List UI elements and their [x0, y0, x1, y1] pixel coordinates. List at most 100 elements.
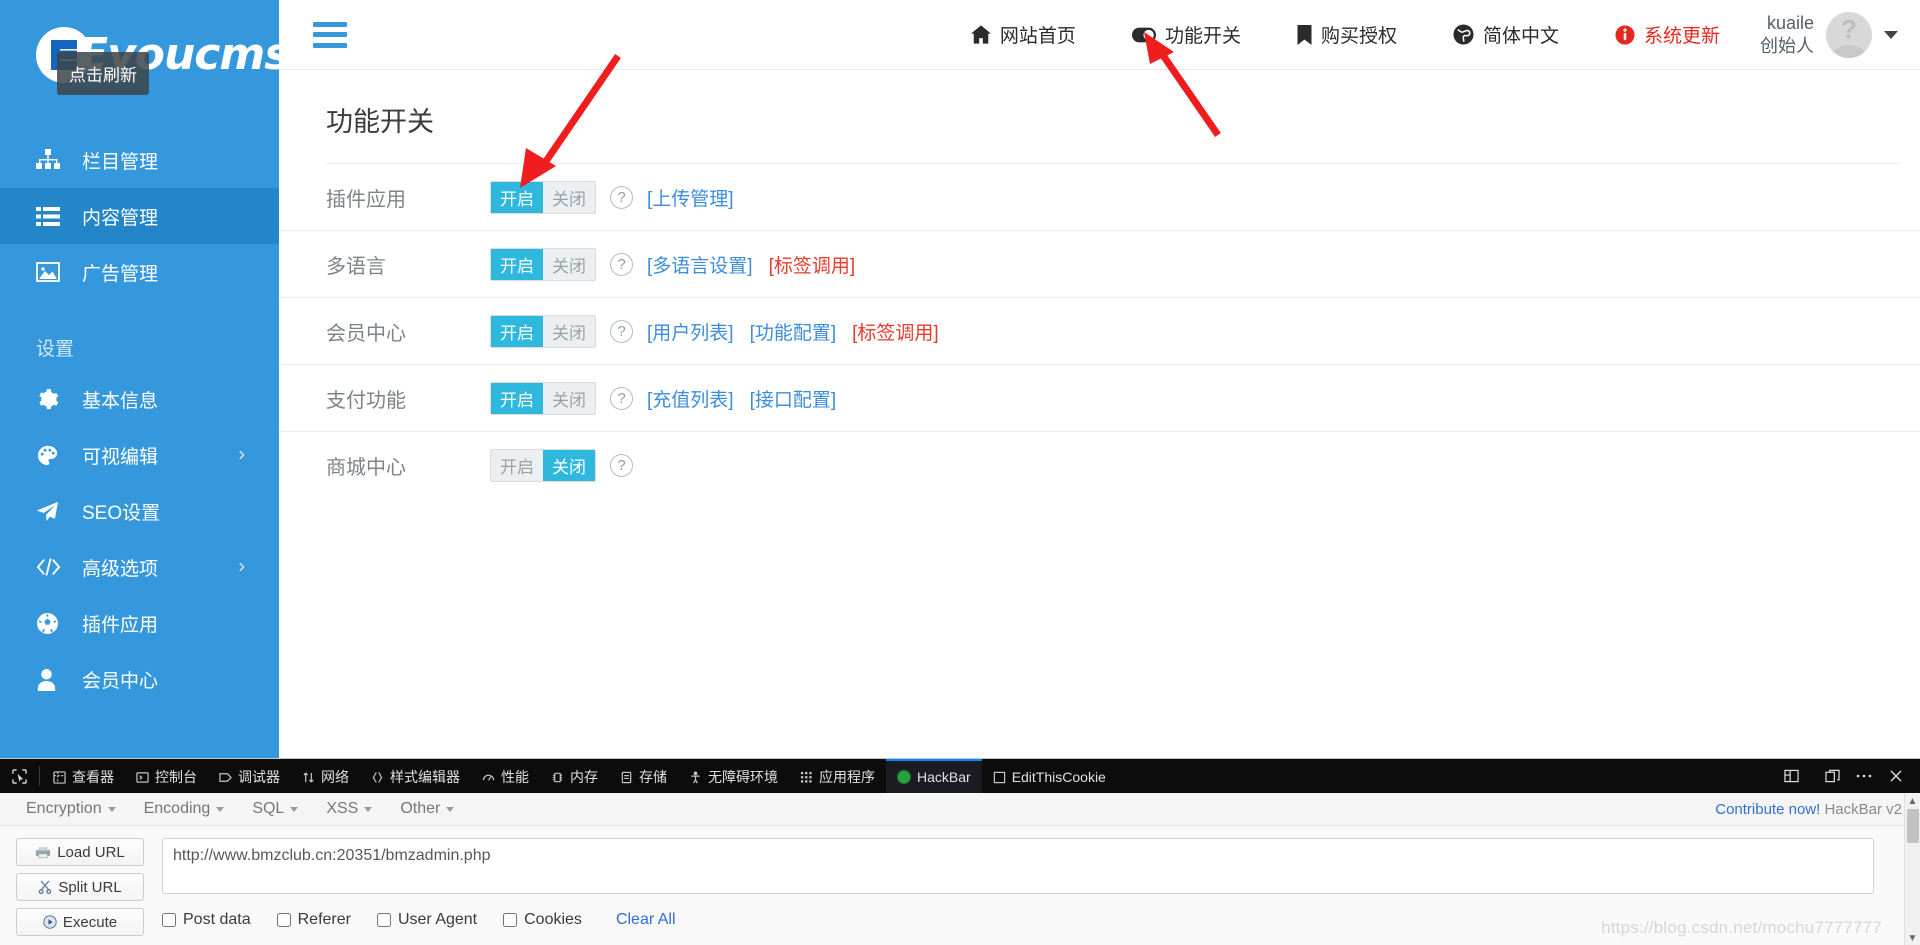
- sidebar-item-ads[interactable]: 广告管理: [0, 244, 279, 300]
- menu-encryption[interactable]: Encryption: [12, 800, 130, 818]
- devtools-tab-editthiscookie[interactable]: EditThisCookie: [982, 759, 1117, 793]
- topnav-label: 购买授权: [1320, 26, 1397, 47]
- menu-xss[interactable]: XSS: [312, 800, 386, 818]
- code-icon: [36, 557, 66, 577]
- user-agent-checkbox[interactable]: [376, 913, 391, 927]
- element-picker-button[interactable]: [0, 759, 37, 793]
- switch-on-option[interactable]: 开启: [491, 315, 543, 347]
- devtools-tab-storage[interactable]: 存储: [609, 759, 678, 793]
- link-interface-config[interactable]: [接口配置]: [750, 385, 837, 412]
- chevron-down-icon[interactable]: [1884, 30, 1898, 39]
- referer-checkbox[interactable]: [276, 913, 291, 927]
- topnav-item-buy-license[interactable]: 购买授权: [1269, 21, 1425, 48]
- checkbox-referer[interactable]: Referer: [276, 911, 351, 929]
- sidebar-item-visual-editor[interactable]: 可视编辑 ›: [0, 427, 279, 483]
- button-label: Load URL: [57, 843, 125, 861]
- help-icon[interactable]: ?: [610, 319, 633, 343]
- cookies-checkbox[interactable]: [503, 913, 518, 927]
- url-input[interactable]: [162, 838, 1874, 894]
- execute-button[interactable]: Execute: [16, 908, 144, 936]
- devtools-tab-performance[interactable]: 性能: [471, 759, 540, 793]
- link-multilang-settings[interactable]: [多语言设置]: [647, 251, 753, 278]
- switch-off-option[interactable]: 关闭: [543, 382, 595, 414]
- toggle-switch-payment[interactable]: 开启 关闭: [490, 381, 596, 415]
- devtools-tab-hackbar[interactable]: HackBar: [886, 759, 982, 793]
- toggle-icon: [1131, 27, 1156, 43]
- load-url-button[interactable]: Load URL: [16, 838, 144, 866]
- help-icon[interactable]: ?: [610, 185, 633, 209]
- sidebar-item-plugins[interactable]: 插件应用: [0, 595, 279, 651]
- sidebar-item-basic-info[interactable]: 基本信息: [0, 371, 279, 427]
- devtools-tab-application[interactable]: 应用程序: [789, 759, 886, 793]
- menu-label: XSS: [326, 800, 359, 817]
- clear-all-link[interactable]: Clear All: [616, 911, 676, 929]
- topnav-item-homepage[interactable]: 网站首页: [943, 21, 1104, 48]
- sidebar-item-member-center[interactable]: 会员中心: [0, 651, 279, 707]
- chevron-right-icon: ›: [238, 555, 245, 578]
- table-row: 会员中心 开启 关闭 ? [用户列表] [功能配置] [标签调用]: [279, 298, 1920, 365]
- help-icon[interactable]: ?: [610, 252, 633, 276]
- sidebar-item-label: 插件应用: [82, 614, 159, 636]
- close-icon[interactable]: [1882, 759, 1910, 793]
- switch-on-option[interactable]: 开启: [491, 382, 543, 414]
- devtools-tab-accessibility[interactable]: 无障碍环境: [678, 759, 789, 793]
- sidebar-item-columns[interactable]: 栏目管理: [0, 132, 279, 188]
- scroll-down-icon[interactable]: ▼: [1905, 930, 1920, 945]
- chevron-down-icon: [290, 806, 299, 812]
- topbar-nav: 网站首页 功能开关 购买授权 简体中文 系统更新: [943, 21, 1744, 48]
- switch-off-option[interactable]: 关闭: [543, 181, 595, 213]
- palette-icon: [36, 444, 66, 467]
- devtools-tab-network[interactable]: 网络: [291, 759, 360, 793]
- dock-layout-icon[interactable]: [1777, 759, 1805, 793]
- tab-label: 调试器: [238, 769, 280, 785]
- devtools-tab-debugger[interactable]: 调试器: [208, 759, 291, 793]
- user-menu[interactable]: kuaile 创始人 ?: [1744, 11, 1920, 58]
- checkbox-user-agent[interactable]: User Agent: [376, 911, 477, 929]
- switch-on-option[interactable]: 开启: [491, 248, 543, 280]
- link-tag-call[interactable]: [标签调用]: [852, 318, 939, 345]
- toggle-switch-multilang[interactable]: 开启 关闭: [490, 247, 596, 281]
- logo-area[interactable]: Eyoucms 点击刷新: [0, 0, 290, 110]
- help-icon[interactable]: ?: [610, 386, 633, 410]
- switch-on-option[interactable]: 开启: [491, 181, 543, 213]
- post-data-checkbox[interactable]: [162, 913, 176, 927]
- scrollbar-thumb[interactable]: [1907, 809, 1919, 843]
- split-url-button[interactable]: Split URL: [16, 873, 144, 901]
- help-icon[interactable]: ?: [610, 454, 633, 477]
- link-feature-config[interactable]: [功能配置]: [750, 318, 837, 345]
- devtools-tab-style-editor[interactable]: 样式编辑器: [360, 759, 471, 793]
- topnav-item-system-update[interactable]: 系统更新: [1587, 21, 1744, 48]
- hackbar-contribute: Contribute now! HackBar v2: [1715, 801, 1920, 818]
- devtools-tab-inspector[interactable]: 查看器: [42, 759, 125, 793]
- contribute-link[interactable]: Contribute now!: [1715, 801, 1820, 818]
- sidebar-item-seo[interactable]: SEO设置: [0, 483, 279, 539]
- switch-off-option[interactable]: 关闭: [543, 450, 595, 481]
- switch-on-option[interactable]: 开启: [491, 450, 543, 481]
- menu-other[interactable]: Other: [386, 800, 468, 818]
- link-upload-manage[interactable]: [上传管理]: [647, 184, 734, 211]
- topnav-item-feature-switch[interactable]: 功能开关: [1104, 21, 1269, 48]
- switch-off-option[interactable]: 关闭: [543, 248, 595, 280]
- menu-label: Other: [400, 800, 441, 817]
- topnav-item-language[interactable]: 简体中文: [1425, 21, 1587, 48]
- scrollbar[interactable]: ▲ ▼: [1904, 793, 1920, 945]
- toggle-switch-mall[interactable]: 开启 关闭: [490, 449, 596, 482]
- switch-off-option[interactable]: 关闭: [543, 315, 595, 347]
- devtools-tab-console[interactable]: 控制台: [125, 759, 208, 793]
- menu-sql[interactable]: SQL: [238, 800, 312, 818]
- toggle-switch-plugins[interactable]: 开启 关闭: [490, 180, 596, 214]
- separate-window-icon[interactable]: [1818, 759, 1846, 793]
- sidebar-item-content[interactable]: 内容管理: [0, 188, 279, 244]
- sidebar-toggle-button[interactable]: [313, 21, 347, 48]
- checkbox-cookies[interactable]: Cookies: [503, 911, 582, 929]
- scroll-up-icon[interactable]: ▲: [1905, 793, 1920, 809]
- sidebar-item-advanced[interactable]: 高级选项 ›: [0, 539, 279, 595]
- checkbox-post-data[interactable]: Post data: [162, 911, 251, 929]
- devtools-tab-memory[interactable]: 内存: [540, 759, 609, 793]
- link-user-list[interactable]: [用户列表]: [647, 318, 734, 345]
- link-tag-call[interactable]: [标签调用]: [769, 251, 856, 278]
- link-recharge-list[interactable]: [充值列表]: [647, 385, 734, 412]
- menu-encoding[interactable]: Encoding: [130, 800, 239, 818]
- more-options-icon[interactable]: [1850, 759, 1878, 793]
- toggle-switch-member[interactable]: 开启 关闭: [490, 314, 596, 348]
